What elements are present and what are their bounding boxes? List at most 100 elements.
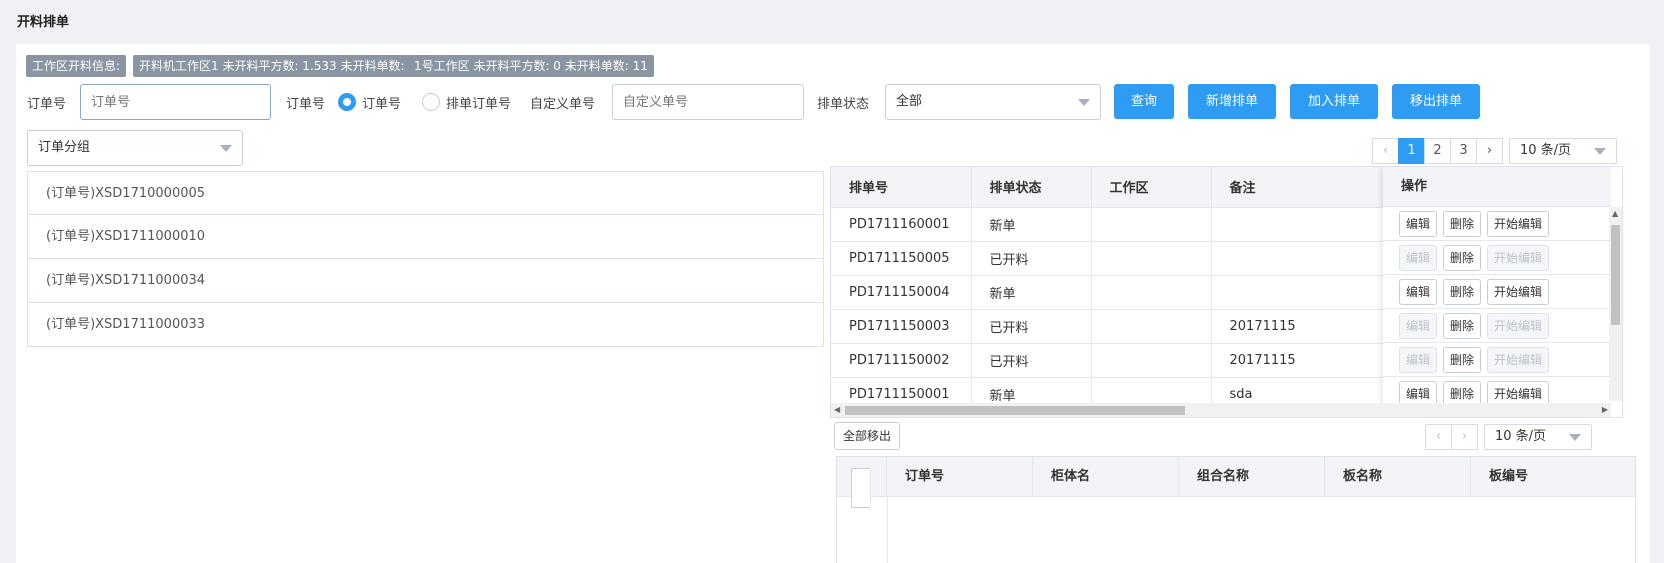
operations-row: 编辑 删除 开始编辑 <box>1383 207 1611 241</box>
order-type-label: 订单号 <box>286 97 326 112</box>
detail-table-header: 订单号 柜体名 组合名称 板名称 板编号 <box>837 457 1635 508</box>
custom-no-label: 自定义单号 <box>530 97 596 112</box>
cell-area <box>1091 207 1212 242</box>
col-note: 备注 <box>1211 167 1387 208</box>
scroll-up-icon[interactable]: ▲ <box>1612 207 1618 221</box>
cell-note <box>1211 241 1387 276</box>
edit-button[interactable]: 编辑 <box>1399 210 1438 237</box>
next-page-icon[interactable]: › <box>1451 424 1478 450</box>
add-to-schedule-button[interactable]: 加入排单 <box>1290 84 1378 119</box>
delete-button[interactable]: 删除 <box>1443 312 1482 339</box>
cell-schedule-no: PD1711160001 <box>831 207 972 242</box>
cell-area <box>1091 309 1212 344</box>
chevron-down-icon <box>220 145 232 152</box>
next-page-icon[interactable]: › <box>1476 138 1503 164</box>
operations-row: 编辑 删除 开始编辑 <box>1383 343 1611 377</box>
cell-status: 新单 <box>971 275 1092 310</box>
delete-button[interactable]: 删除 <box>1443 244 1482 271</box>
edit-button: 编辑 <box>1399 312 1438 339</box>
page-title: 开料排单 <box>17 15 70 30</box>
cell-schedule-no: PD1711150004 <box>831 275 972 310</box>
chevron-down-icon <box>1078 99 1090 106</box>
list-item[interactable]: (订单号)XSD1710000005 <box>27 171 824 215</box>
radio-schedule-order-no-label[interactable]: 排单订单号 <box>446 93 511 112</box>
cell-schedule-no: PD1711150005 <box>831 241 972 276</box>
delete-button[interactable]: 删除 <box>1443 210 1482 237</box>
list-item[interactable]: (订单号)XSD1711000034 <box>27 259 824 303</box>
order-group-value: 订单分组 <box>38 140 91 155</box>
list-item[interactable]: (订单号)XSD1711000033 <box>27 303 824 347</box>
start-edit-button[interactable]: 开始编辑 <box>1487 278 1550 305</box>
operations-row: 编辑 删除 开始编辑 <box>1383 241 1611 275</box>
order-list: (订单号)XSD1710000005 (订单号)XSD1711000010 (订… <box>27 171 824 347</box>
operations-row: 编辑 删除 开始编辑 <box>1383 275 1611 309</box>
checkbox-column-divider <box>887 497 888 563</box>
table-row: PD1711160001 新单 <box>831 207 1387 242</box>
start-edit-button[interactable]: 开始编辑 <box>1487 210 1550 237</box>
cell-note: 20171115 <box>1211 343 1387 378</box>
cell-status: 新单 <box>971 207 1092 242</box>
page-size-select[interactable]: 10 条/页 <box>1509 138 1617 164</box>
start-edit-button: 开始编辑 <box>1487 312 1550 339</box>
delete-button[interactable]: 删除 <box>1443 278 1482 305</box>
radio-order-no[interactable] <box>338 93 356 111</box>
page-size-select[interactable]: 10 条/页 <box>1484 424 1592 450</box>
radio-order-no-label[interactable]: 订单号 <box>362 93 401 112</box>
schedule-pager: ‹ 1 2 3 › 10 条/页 <box>1372 138 1617 164</box>
col-cabinet-name: 柜体名 <box>1033 457 1179 497</box>
prev-page-icon[interactable]: ‹ <box>1425 424 1452 450</box>
table-row: PD1711150005 已开料 <box>831 241 1387 276</box>
edit-button: 编辑 <box>1399 244 1438 271</box>
start-edit-button: 开始编辑 <box>1487 244 1550 271</box>
page-size-value: 10 条/页 <box>1520 143 1572 158</box>
cell-status: 已开料 <box>971 343 1092 378</box>
col-board-no: 板编号 <box>1489 469 1529 484</box>
table-row: PD1711150004 新单 <box>831 275 1387 310</box>
order-no-label: 订单号 <box>27 97 67 112</box>
cell-note <box>1211 275 1387 310</box>
list-item[interactable]: (订单号)XSD1711000010 <box>27 215 824 259</box>
cell-note <box>1211 207 1387 242</box>
custom-no-input[interactable] <box>612 84 804 120</box>
col-work-area: 工作区 <box>1091 167 1212 208</box>
col-schedule-status: 排单状态 <box>971 167 1092 208</box>
query-button[interactable]: 查询 <box>1114 84 1174 119</box>
table-row: PD1711150002 已开料 20171115 <box>831 343 1387 378</box>
start-edit-button: 开始编辑 <box>1487 346 1550 373</box>
edit-button[interactable]: 编辑 <box>1399 278 1438 305</box>
cell-schedule-no: PD1711150003 <box>831 309 972 344</box>
col-operations: 操作 <box>1383 167 1611 207</box>
cell-status: 已开料 <box>971 309 1092 344</box>
col-order-no: 订单号 <box>887 457 1033 497</box>
scroll-right-icon[interactable]: ▶ <box>1602 403 1608 417</box>
new-schedule-button[interactable]: 新增排单 <box>1188 84 1276 119</box>
schedule-status-label: 排单状态 <box>817 97 870 112</box>
vertical-scroll-thumb[interactable] <box>1611 225 1620 325</box>
workarea-2-tag: 1号工作区 未开料平方数: 0 未开料单数: 11 <box>408 55 654 77</box>
radio-schedule-order-no[interactable] <box>422 93 440 111</box>
horizontal-scroll-thumb[interactable] <box>845 406 1185 415</box>
edit-button: 编辑 <box>1399 346 1438 373</box>
delete-button[interactable]: 删除 <box>1443 346 1482 373</box>
horizontal-scrollbar[interactable]: ◀ ▶ <box>831 403 1611 417</box>
page-1[interactable]: 1 <box>1398 138 1425 164</box>
chevron-down-icon <box>1569 434 1581 441</box>
order-no-input[interactable] <box>80 84 271 120</box>
page-2[interactable]: 2 <box>1424 138 1451 164</box>
select-all-checkbox[interactable] <box>851 468 871 508</box>
cell-status: 已开料 <box>971 241 1092 276</box>
vertical-scrollbar[interactable]: ▲ <box>1609 207 1622 401</box>
schedule-status-select[interactable]: 全部 <box>885 84 1101 120</box>
remove-all-button[interactable]: 全部移出 <box>834 422 901 450</box>
detail-pager: ‹ › 10 条/页 <box>1425 424 1592 450</box>
col-schedule-no: 排单号 <box>831 167 972 208</box>
workarea-1-tag: 开料机工作区1 未开料平方数: 1.533 未开料单数: 2 <box>133 55 422 77</box>
remove-from-schedule-button[interactable]: 移出排单 <box>1392 84 1480 119</box>
cell-area <box>1091 275 1212 310</box>
page-3[interactable]: 3 <box>1450 138 1477 164</box>
schedule-status-value: 全部 <box>896 94 923 109</box>
scroll-left-icon[interactable]: ◀ <box>834 403 840 417</box>
order-group-select[interactable]: 订单分组 <box>27 130 243 166</box>
prev-page-icon[interactable]: ‹ <box>1372 138 1399 164</box>
cell-area <box>1091 343 1212 378</box>
